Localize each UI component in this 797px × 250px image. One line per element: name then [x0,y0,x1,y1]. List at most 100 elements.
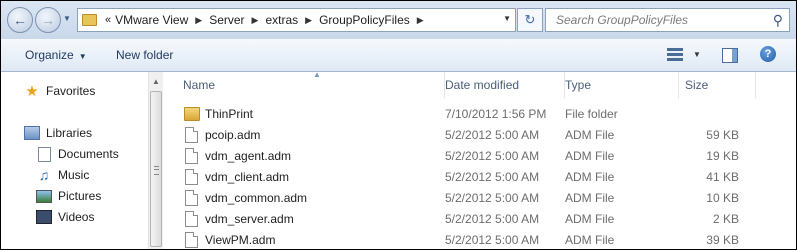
file-type: ADM File [565,212,615,226]
file-list: ▲ Name Date modified Type Size ThinPrint… [163,70,796,249]
documents-icon [36,146,52,162]
search-input[interactable]: Search GroupPolicyFiles ⚲ [545,8,790,32]
refresh-icon: ↻ [524,12,536,27]
chevron-down-icon: ▼ [78,52,87,61]
file-date: 5/2/2012 5:00 AM [445,233,540,247]
command-bar: Organize ▼ New folder ▼ ? [1,39,796,72]
nav-item-libraries[interactable]: Libraries [24,125,92,141]
address-dropdown-icon[interactable]: ▼ [503,14,511,23]
file-date: 5/2/2012 5:00 AM [445,128,540,142]
search-icon[interactable]: ⚲ [773,12,783,29]
file-icon [185,232,198,248]
file-date: 5/2/2012 5:00 AM [445,212,540,226]
file-row[interactable]: vdm_common.adm 5/2/2012 5:00 AM ADM File 10… [163,188,796,209]
libraries-icon [24,125,40,141]
nav-label: Videos [58,210,95,224]
chevron-right-icon[interactable]: ▶ [417,15,424,26]
file-size: 10 KB [706,191,739,205]
nav-label: Documents [58,147,119,161]
file-name: ThinPrint [205,107,254,121]
file-type: ADM File [565,191,615,205]
file-date: 7/10/2012 1:56 PM [445,107,547,121]
scroll-up-icon[interactable]: ▲ [152,77,160,86]
file-name: vdm_server.adm [205,212,294,226]
file-size: 2 KB [712,212,739,226]
nav-item-favorites[interactable]: ★ Favorites [24,83,96,100]
breadcrumb-item[interactable]: Server [209,13,244,27]
file-row[interactable]: vdm_client.adm 5/2/2012 5:00 AM ADM File 41… [163,167,796,188]
videos-icon [36,209,52,225]
nav-item-pictures[interactable]: Pictures [36,188,101,204]
file-icon [185,127,198,143]
column-header-date[interactable]: Date modified [437,72,565,98]
grip-icon [154,166,159,175]
nav-item-music[interactable]: ♫ Music [36,167,90,183]
file-row[interactable]: ThinPrint 7/10/2012 1:56 PM File folder [163,104,796,125]
file-row[interactable]: vdm_agent.adm 5/2/2012 5:00 AM ADM File 19 … [163,146,796,167]
file-name: ViewPM.adm [205,233,276,247]
back-button[interactable]: ← [7,7,33,33]
scrollbar-thumb[interactable] [150,91,162,247]
organize-button[interactable]: Organize ▼ [25,48,87,62]
file-date: 5/2/2012 5:00 AM [445,191,540,205]
folder-icon [82,14,97,26]
nav-label: Favorites [46,84,96,98]
file-icon [185,169,198,185]
recent-pages-dropdown-icon[interactable]: ▼ [63,14,71,23]
file-date: 5/2/2012 5:00 AM [445,149,540,163]
navigation-pane: ★ Favorites Libraries Documents ♫ Music … [1,72,148,249]
file-date: 5/2/2012 5:00 AM [445,170,540,184]
nav-item-documents[interactable]: Documents [36,146,119,162]
file-icon [185,190,198,206]
refresh-button[interactable]: ↻ [517,8,543,32]
chevron-right-icon[interactable]: ▶ [252,15,259,26]
file-type: ADM File [565,170,615,184]
file-name: pcoip.adm [205,128,261,142]
breadcrumb-item[interactable]: VMware View [115,13,188,27]
nav-label: Pictures [58,189,102,203]
file-size: 39 KB [706,233,739,247]
file-name: vdm_client.adm [205,170,290,184]
file-row[interactable]: vdm_server.adm 5/2/2012 5:00 AM ADM File 2 … [163,209,796,230]
change-view-icon[interactable] [667,48,683,61]
pictures-icon [36,188,52,204]
breadcrumb: VMware View ▶ Server ▶ extras ▶ GroupPol… [115,13,431,27]
column-header-name[interactable]: ▲ Name [175,70,445,98]
search-placeholder: Search GroupPolicyFiles [556,13,689,27]
column-header-type[interactable]: Type [557,72,679,98]
file-row[interactable]: ViewPM.adm 5/2/2012 5:00 AM ADM File 39 KB [163,230,796,249]
column-label: Name [183,78,216,92]
breadcrumb-item[interactable]: GroupPolicyFiles [319,13,410,27]
forward-button[interactable]: → [35,7,61,33]
view-options-dropdown-icon[interactable]: ▼ [693,50,701,59]
new-folder-button[interactable]: New folder [116,48,173,62]
chevron-right-icon[interactable]: ▶ [305,15,312,26]
forward-arrow-icon: → [41,12,55,28]
organize-label: Organize [25,48,74,62]
preview-pane-icon[interactable] [722,48,738,63]
file-icon [185,148,198,164]
file-type: ADM File [565,149,615,163]
file-icon [185,211,198,227]
back-arrow-icon: ← [13,12,27,28]
address-overflow-button[interactable]: « [105,14,111,26]
file-type: File folder [565,107,618,121]
breadcrumb-item[interactable]: extras [265,13,298,27]
nav-label: Music [58,168,90,182]
nav-item-videos[interactable]: Videos [36,209,94,225]
file-row[interactable]: pcoip.adm 5/2/2012 5:00 AM ADM File 59 KB [163,125,796,146]
file-name: vdm_agent.adm [205,149,292,163]
address-row: ← → ▼ « VMware View ▶ Server ▶ extras ▶ … [1,1,796,39]
file-name: vdm_common.adm [205,191,308,205]
nav-label: Libraries [46,126,93,140]
chevron-right-icon[interactable]: ▶ [195,15,202,26]
star-icon: ★ [25,83,39,100]
explorer-window: ← → ▼ « VMware View ▶ Server ▶ extras ▶ … [0,0,797,250]
help-icon[interactable]: ? [760,46,776,62]
file-size: 41 KB [706,170,739,184]
navigation-scrollbar[interactable]: ▲ [148,72,163,249]
music-icon: ♫ [38,167,50,183]
column-header-size[interactable]: Size [677,72,756,98]
file-type: ADM File [565,128,615,142]
address-bar[interactable]: « VMware View ▶ Server ▶ extras ▶ GroupP… [77,8,516,32]
